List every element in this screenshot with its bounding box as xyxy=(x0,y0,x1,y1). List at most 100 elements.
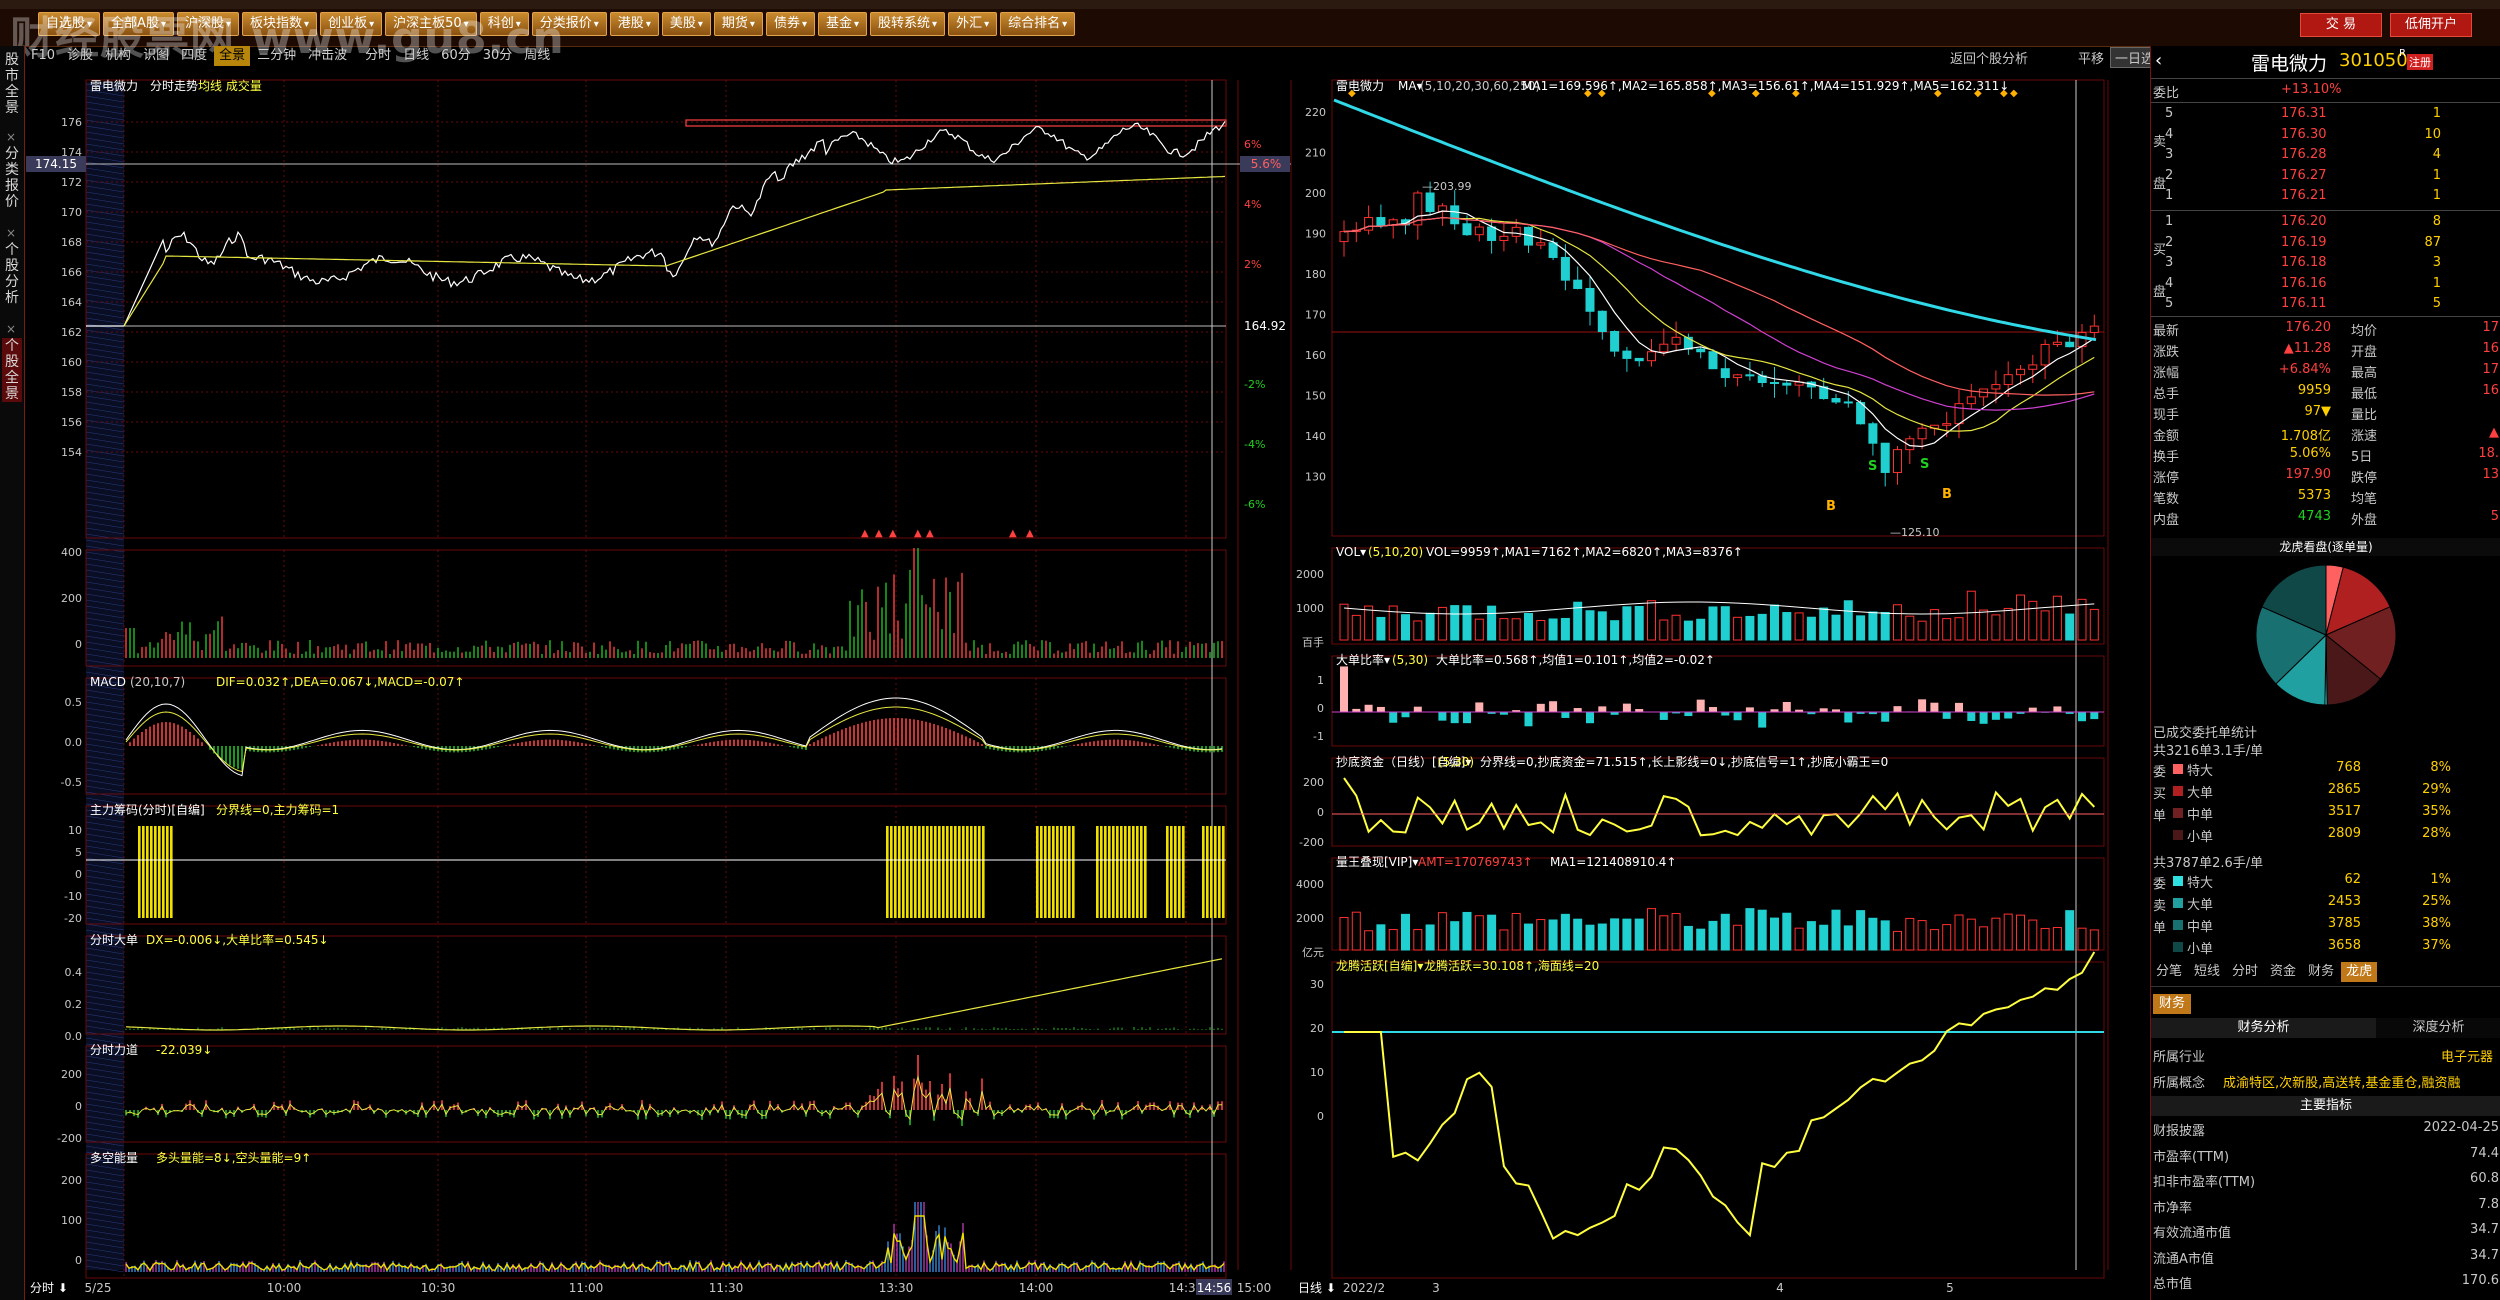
back-arrow-icon[interactable]: ‹ xyxy=(2155,50,2162,71)
menu-item-label: 基金 xyxy=(825,16,852,31)
price-line xyxy=(123,121,1226,327)
svg-text:S: S xyxy=(1868,459,1877,474)
finance-tab[interactable]: 财务 xyxy=(2153,994,2192,1014)
ask-price[interactable]: 176.21 xyxy=(2281,188,2327,203)
quote-value: 17 xyxy=(2482,320,2499,335)
stats-header: 共3787单2.6手/单 xyxy=(2153,856,2264,871)
tab-7[interactable]: 冲击波 xyxy=(303,46,352,66)
tab-8[interactable]: 分时 xyxy=(360,46,396,66)
tab-5[interactable]: 全景 xyxy=(214,46,251,66)
stock-code: 301050 xyxy=(2339,50,2408,71)
menu-item-15[interactable]: 综合排名 ▾ xyxy=(1000,12,1076,36)
bid-price[interactable]: 176.16 xyxy=(2281,276,2327,291)
menu-item-8[interactable]: 港股 ▾ xyxy=(609,12,659,36)
svg-text:0: 0 xyxy=(75,868,82,881)
vol-values: VOL=9959↑,MA1=7162↑,MA2=6820↑,MA3=8376↑ xyxy=(1426,545,1743,559)
tab-4[interactable]: 四度 xyxy=(176,46,212,66)
menu-item-13[interactable]: 股转系统 ▾ xyxy=(870,12,946,36)
menu-item-9[interactable]: 美股 ▾ xyxy=(661,12,711,36)
stats-pct: 28% xyxy=(2422,826,2451,841)
tab-11[interactable]: 30分 xyxy=(478,46,518,66)
daily-price-tick: 170 xyxy=(1305,309,1326,322)
time-mode-label[interactable]: 分时 ⬇ xyxy=(30,1281,68,1295)
tab-1[interactable]: 诊股 xyxy=(62,46,98,66)
open-account-button[interactable]: 低佣开户 xyxy=(2390,13,2472,37)
stats-label: 特大 xyxy=(2187,876,2214,891)
bid-price[interactable]: 176.20 xyxy=(2281,214,2327,229)
back-to-analysis-link[interactable]: 返回个股分析 xyxy=(1950,48,2028,67)
bottom-tab-3[interactable]: 资金 xyxy=(2265,962,2301,982)
quote-value: 13 xyxy=(2482,467,2499,482)
pan-button[interactable]: 平移 xyxy=(2078,48,2104,67)
legend-swatch xyxy=(2173,764,2183,774)
candle xyxy=(1696,348,1706,353)
tab-9[interactable]: 日线 xyxy=(398,46,434,66)
macd-title: MACD xyxy=(90,675,126,689)
finance-analysis-tab[interactable]: 财务分析 xyxy=(2151,1018,2376,1038)
stats-count: 2809 xyxy=(2327,826,2361,841)
daily-chart-area[interactable]: 雷电微力 MA▾(5,10,20,30,60,250)MA1=169.596↑,M… xyxy=(1294,70,2148,1300)
bid-price[interactable]: 176.11 xyxy=(2281,296,2327,311)
candle xyxy=(1548,242,1558,258)
svg-text:-200: -200 xyxy=(1299,836,1324,849)
intraday-chart-area[interactable]: 雷电微力 分时走势 均线 成交量17617417217016816616416216… xyxy=(26,70,1292,1300)
close-icon[interactable]: × xyxy=(6,130,16,144)
sidebar-item-label: 个股分析 xyxy=(5,242,19,306)
sidebar-item-market[interactable]: 股市全景 xyxy=(2,52,22,116)
menu-item-14[interactable]: 外汇 ▾ xyxy=(948,12,998,36)
tab-0[interactable]: F10 xyxy=(26,46,60,66)
price-tick: 156 xyxy=(61,416,82,429)
candle xyxy=(1782,382,1792,386)
sidebar-item-quote[interactable]: 分类报价 xyxy=(2,146,22,210)
candle xyxy=(1966,396,1976,405)
bid-price[interactable]: 176.19 xyxy=(2281,235,2327,250)
quote-value: 4743 xyxy=(2297,509,2331,524)
ask-price[interactable]: 176.27 xyxy=(2281,168,2327,183)
lthy-title: 龙腾活跃[自编]▾ xyxy=(1336,958,1423,973)
tab-3[interactable]: 识图 xyxy=(138,46,174,66)
stats-header: 共3216单3.1手/单 xyxy=(2153,744,2264,759)
tab-10[interactable]: 60分 xyxy=(436,46,476,66)
menu-item-11[interactable]: 债券 ▾ xyxy=(765,12,815,36)
deep-analysis-tab[interactable]: 深度分析 xyxy=(2376,1018,2500,1038)
bottom-tab-0[interactable]: 分笔 xyxy=(2151,962,2187,982)
daily-price-tick: 210 xyxy=(1305,147,1326,160)
candle xyxy=(1671,336,1681,345)
ask-price[interactable]: 176.28 xyxy=(2281,147,2327,162)
ask-price[interactable]: 176.30 xyxy=(2281,127,2327,142)
quote-value: 16 xyxy=(2482,341,2499,356)
candle xyxy=(1573,279,1583,289)
date-tick: 5 xyxy=(1946,1281,1954,1295)
lwxq-title: 量王叠现[VIP]▾ xyxy=(1336,855,1418,869)
menu-item-12[interactable]: 基金 ▾ xyxy=(817,12,868,36)
bottom-tab-1[interactable]: 短线 xyxy=(2189,962,2225,982)
menu-item-10[interactable]: 期货 ▾ xyxy=(713,12,763,36)
tab-12[interactable]: 周线 xyxy=(519,46,555,66)
bid-price[interactable]: 176.18 xyxy=(2281,255,2327,270)
bottom-tab-2[interactable]: 分时 xyxy=(2227,962,2263,982)
bottom-tab-5[interactable]: 龙虎 xyxy=(2341,962,2378,982)
sidebar-item-analysis[interactable]: 个股分析 xyxy=(2,242,22,306)
tab-6[interactable]: 三分钟 xyxy=(252,46,301,66)
divider xyxy=(2151,316,2500,317)
bid-level: 5 xyxy=(2165,296,2174,311)
candle xyxy=(2003,374,2013,386)
ask-price[interactable]: 176.31 xyxy=(2281,106,2327,121)
daily-mode-label[interactable]: 日线 ⬇ xyxy=(1298,1281,1336,1295)
svg-text:-200: -200 xyxy=(57,1132,82,1145)
bottom-tab-4[interactable]: 财务 xyxy=(2303,962,2339,982)
trade-button[interactable]: 交 易 xyxy=(2300,13,2382,37)
chevron-down-icon: ▾ xyxy=(854,19,860,30)
candle xyxy=(1720,368,1730,379)
sidebar-item-panorama[interactable]: 个股全景 xyxy=(2,338,22,402)
tab-2[interactable]: 机构 xyxy=(100,46,136,66)
svg-text:-20: -20 xyxy=(64,912,82,925)
finance-label: 财报披露 xyxy=(2153,1124,2206,1139)
svg-text:(5,10,20): (5,10,20) xyxy=(1368,545,1423,559)
close-icon[interactable]: × xyxy=(6,322,16,336)
vol-tick: 200 xyxy=(61,592,82,605)
quote-value: 18. xyxy=(2478,446,2499,461)
close-icon[interactable]: × xyxy=(6,226,16,240)
ask-level: 2 xyxy=(2165,167,2174,183)
pct-tick: 2% xyxy=(1244,258,1261,271)
